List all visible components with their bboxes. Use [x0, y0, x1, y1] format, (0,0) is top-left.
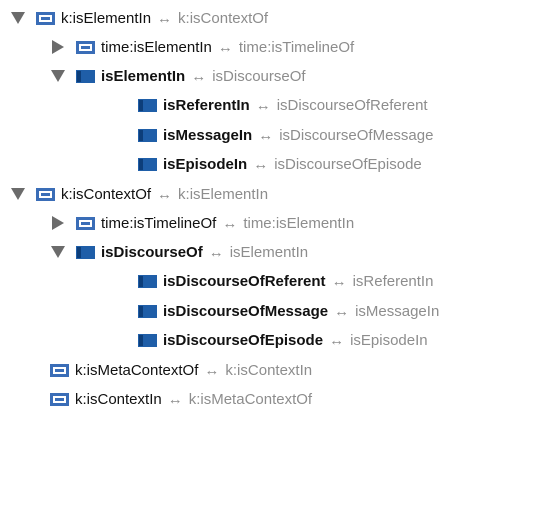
annotation-property-icon [36, 11, 55, 25]
inverse-arrow-icon: ↔ [331, 272, 347, 290]
property-name: isMessageIn [163, 126, 253, 144]
collapse-triangle-icon[interactable] [50, 244, 66, 260]
tree-row[interactable]: k:isMetaContextOf ↔ k:isContextIn [50, 358, 312, 382]
annotation-property-icon [50, 363, 69, 377]
inverse-property-name: k:isElementIn [178, 185, 269, 203]
tree-row[interactable]: k:isContextOf ↔ k:isElementIn [10, 182, 268, 206]
property-name: k:isContextOf [61, 185, 152, 203]
inverse-arrow-icon: ↔ [191, 67, 207, 85]
tree-row[interactable]: isDiscourseOfReferent ↔ isReferentIn [138, 269, 433, 293]
expand-triangle-icon[interactable] [50, 39, 66, 55]
property-name: isReferentIn [163, 96, 250, 114]
property-name: isDiscourseOf [101, 243, 203, 261]
tree-row[interactable]: isElementIn ↔ isDiscourseOf [50, 64, 306, 88]
property-name: k:isContextIn [75, 390, 162, 408]
inverse-property-name: time:isTimelineOf [238, 38, 355, 56]
inverse-property-name: isDiscourseOf [212, 67, 306, 85]
inverse-property-name: isElementIn [229, 243, 309, 261]
object-property-icon [138, 333, 157, 347]
inverse-property-name: isReferentIn [352, 272, 434, 290]
object-property-icon [138, 274, 157, 288]
annotation-property-icon [76, 216, 95, 230]
property-name: isEpisodeIn [163, 155, 248, 173]
object-property-icon [76, 69, 95, 83]
tree-row[interactable]: isEpisodeIn ↔ isDiscourseOfEpisode [138, 152, 422, 176]
inverse-arrow-icon: ↔ [208, 243, 224, 261]
property-name: isElementIn [101, 67, 186, 85]
inverse-property-name: time:isElementIn [243, 214, 355, 232]
object-property-icon [138, 157, 157, 171]
tree-row[interactable]: isDiscourseOfMessage ↔ isMessageIn [138, 299, 439, 323]
property-name: isDiscourseOfMessage [163, 302, 329, 320]
tree-row[interactable]: isDiscourseOfEpisode ↔ isEpisodeIn [138, 328, 428, 352]
collapse-triangle-icon[interactable] [10, 10, 26, 26]
inverse-arrow-icon: ↔ [253, 155, 269, 173]
inverse-arrow-icon: ↔ [217, 38, 233, 56]
inverse-property-name: isDiscourseOfMessage [279, 126, 434, 144]
object-property-icon [138, 128, 157, 142]
object-property-icon [76, 245, 95, 259]
tree-row[interactable]: time:isTimelineOf ↔ time:isElementIn [50, 211, 354, 235]
inverse-arrow-icon: ↔ [258, 126, 274, 144]
property-name: k:isElementIn [61, 9, 152, 27]
inverse-property-name: isMessageIn [355, 302, 440, 320]
inverse-arrow-icon: ↔ [157, 9, 173, 27]
inverse-arrow-icon: ↔ [222, 214, 238, 232]
annotation-property-icon [50, 392, 69, 406]
inverse-property-name: k:isMetaContextOf [188, 390, 313, 408]
object-property-icon [138, 304, 157, 318]
tree-row[interactable]: isReferentIn ↔ isDiscourseOfReferent [138, 93, 428, 117]
inverse-property-name: k:isContextIn [225, 361, 313, 379]
property-name: isDiscourseOfReferent [163, 272, 326, 290]
property-tree: k:isElementIn ↔ k:isContextOf time:isEle… [0, 0, 551, 528]
inverse-arrow-icon: ↔ [255, 96, 271, 114]
tree-row[interactable]: k:isElementIn ↔ k:isContextOf [10, 6, 268, 30]
inverse-arrow-icon: ↔ [329, 331, 345, 349]
property-name: isDiscourseOfEpisode [163, 331, 324, 349]
inverse-property-name: k:isContextOf [178, 9, 269, 27]
expand-triangle-icon[interactable] [50, 215, 66, 231]
inverse-arrow-icon: ↔ [204, 361, 220, 379]
inverse-property-name: isEpisodeIn [350, 331, 428, 349]
collapse-triangle-icon[interactable] [10, 186, 26, 202]
inverse-arrow-icon: ↔ [334, 302, 350, 320]
inverse-property-name: isDiscourseOfReferent [276, 96, 428, 114]
tree-row[interactable]: time:isElementIn ↔ time:isTimelineOf [50, 35, 354, 59]
collapse-triangle-icon[interactable] [50, 68, 66, 84]
inverse-arrow-icon: ↔ [167, 390, 183, 408]
tree-row[interactable]: isDiscourseOf ↔ isElementIn [50, 240, 308, 264]
property-name: time:isTimelineOf [101, 214, 217, 232]
annotation-property-icon [76, 40, 95, 54]
annotation-property-icon [36, 187, 55, 201]
object-property-icon [138, 98, 157, 112]
inverse-property-name: isDiscourseOfEpisode [274, 155, 422, 173]
inverse-arrow-icon: ↔ [157, 185, 173, 203]
tree-row[interactable]: isMessageIn ↔ isDiscourseOfMessage [138, 123, 433, 147]
tree-row[interactable]: k:isContextIn ↔ k:isMetaContextOf [50, 387, 312, 411]
property-name: time:isElementIn [101, 38, 212, 56]
property-name: k:isMetaContextOf [75, 361, 199, 379]
